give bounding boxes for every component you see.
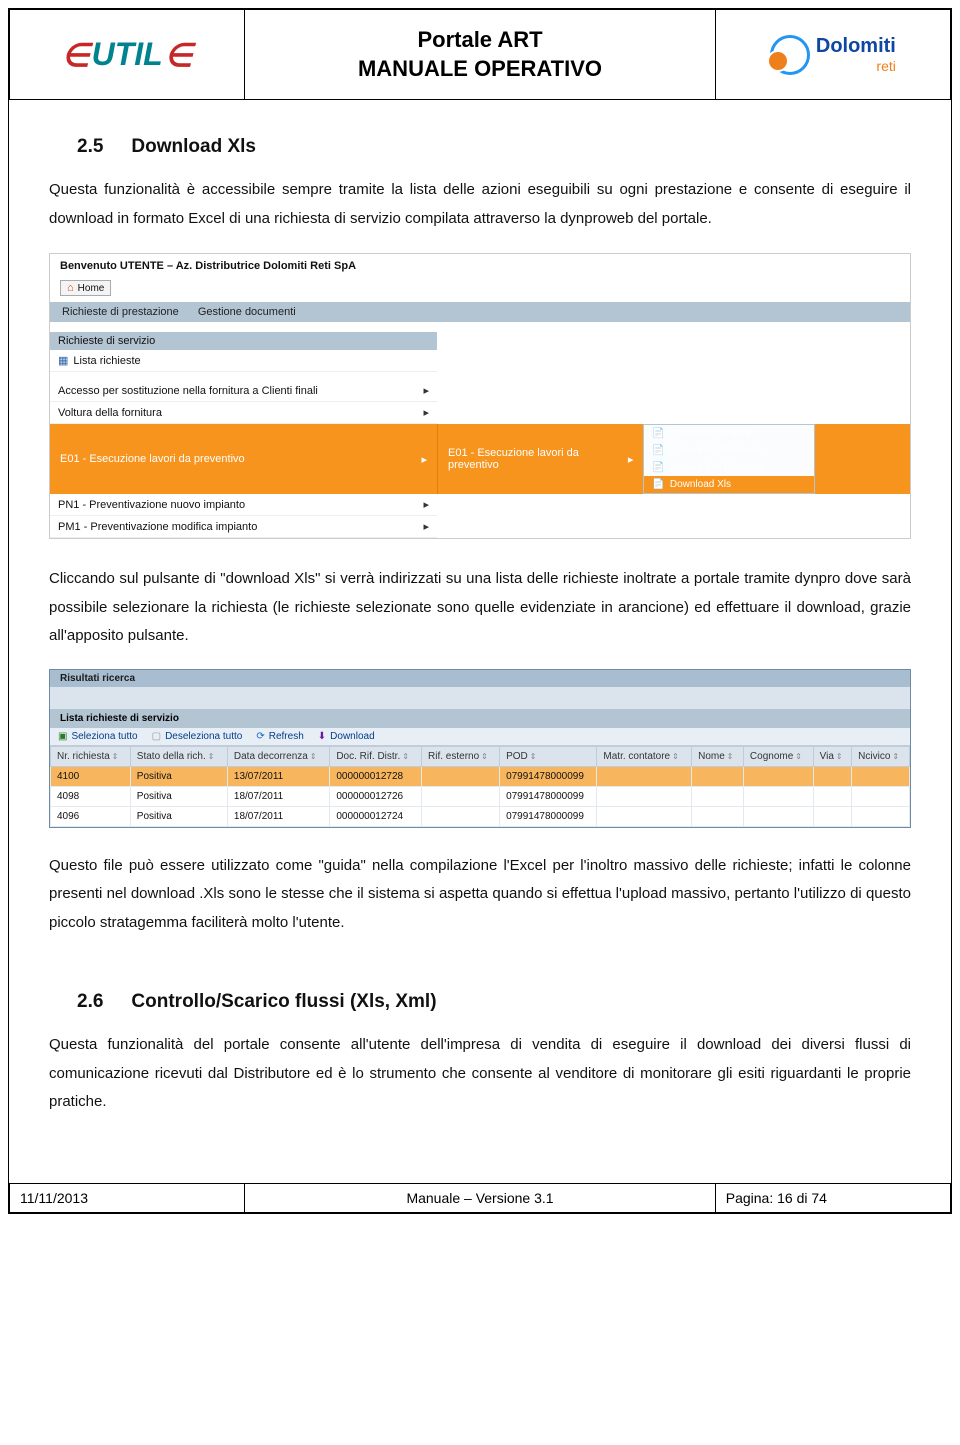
col-rif[interactable]: Rif. esterno⇕	[422, 746, 500, 766]
sidebar-title: Richieste di servizio	[50, 332, 437, 350]
logo-dolomiti: Dolomiti reti	[715, 10, 950, 100]
col-nc[interactable]: Ncivico⇕	[852, 746, 910, 766]
footer-page: Pagina: 16 di 74	[715, 1183, 950, 1212]
submenu-download-xls[interactable]: 📄Download Xls	[644, 476, 814, 493]
chevron-right-icon: ▸	[423, 498, 429, 511]
home-button[interactable]: ⌂ Home	[60, 280, 111, 296]
page-footer: 11/11/2013 Manuale – Versione 3.1 Pagina…	[9, 1183, 951, 1213]
menu-gestione[interactable]: Gestione documenti	[198, 306, 296, 318]
deselect-icon: ▢	[152, 731, 161, 742]
list-icon: ▦	[58, 355, 68, 367]
footer-version: Manuale – Versione 3.1	[245, 1183, 716, 1212]
eutile-text: UTIL	[92, 36, 163, 73]
col-cogn[interactable]: Cognome⇕	[743, 746, 813, 766]
chevron-right-icon: ▸	[423, 384, 429, 397]
page-header: ∈ UTIL ∈ Portale ART MANUALE OPERATIVO D…	[9, 9, 951, 100]
section-2-5-para3: Questo file può essere utilizzato come "…	[49, 852, 911, 938]
section-2-6-title: Controllo/Scarico flussi (Xls, Xml)	[131, 991, 436, 1012]
submenu-upload-xml[interactable]: 📄Upload Xml Richieste	[644, 459, 814, 476]
xml-icon: 📄	[652, 462, 664, 473]
section-2-5-heading: 2.5 Download Xls	[77, 136, 911, 158]
grid-toolbar: ▣Seleziona tutto ▢Deseleziona tutto ⟳Ref…	[50, 728, 910, 746]
screenshot-results-grid: Risultati ricerca Lista richieste di ser…	[49, 669, 911, 828]
section-2-6-heading: 2.6 Controllo/Scarico flussi (Xls, Xml)	[77, 991, 911, 1013]
grid-title: Lista richieste di servizio	[50, 709, 910, 728]
sidebar-item-voltura[interactable]: Voltura della fornitura▸	[50, 402, 437, 424]
section-2-5-num: 2.5	[77, 136, 103, 157]
table-row[interactable]: 4100 Positiva 13/07/2011 000000012728 07…	[51, 766, 910, 786]
logo-eutile: ∈ UTIL ∈	[10, 10, 245, 100]
refresh-button[interactable]: ⟳Refresh	[256, 731, 303, 742]
download-icon: ⬇	[318, 731, 326, 742]
submenu-creazione[interactable]: 📄Creazione singola	[644, 425, 814, 442]
eutile-icon-right: ∈	[165, 36, 193, 74]
dolomiti-sub: reti	[816, 58, 896, 74]
results-grid: Nr. richiesta⇕ Stato della rich.⇕ Data d…	[50, 746, 910, 827]
home-label: Home	[78, 283, 105, 294]
chevron-right-icon: ▸	[421, 453, 427, 466]
sidebar-item-lista[interactable]: ▦Lista richieste	[50, 350, 437, 372]
sidebar-item-pn1[interactable]: PN1 - Preventivazione nuovo impianto▸	[50, 494, 437, 516]
chevron-right-icon: ▸	[423, 520, 429, 533]
submenu-upload-xls[interactable]: 📄Upload Xls Richieste	[644, 442, 814, 459]
xls-icon: 📄	[652, 445, 664, 456]
col-matr[interactable]: Matr. contatore⇕	[597, 746, 692, 766]
chevron-right-icon: ▸	[628, 453, 634, 466]
menu-richieste[interactable]: Richieste di prestazione	[62, 306, 179, 318]
refresh-icon: ⟳	[256, 731, 264, 742]
title-line2: MANUALE OPERATIVO	[245, 55, 715, 84]
section-2-5-para1: Questa funzionalità è accessibile sempre…	[49, 176, 911, 233]
welcome-text: Benvenuto UTENTE – Az. Distributrice Dol…	[50, 254, 910, 278]
dolomiti-icon	[770, 35, 810, 75]
col-nr[interactable]: Nr. richiesta⇕	[51, 746, 131, 766]
section-2-6-para1: Questa funzionalità del portale consente…	[49, 1031, 911, 1117]
col-nome[interactable]: Nome⇕	[692, 746, 744, 766]
col-doc[interactable]: Doc. Rif. Distr.⇕	[330, 746, 422, 766]
col-data[interactable]: Data decorrenza⇕	[227, 746, 329, 766]
col-via[interactable]: Via⇕	[813, 746, 852, 766]
section-2-5-para2: Cliccando sul pulsante di "download Xls"…	[49, 565, 911, 651]
col-stato[interactable]: Stato della rich.⇕	[130, 746, 227, 766]
sidebar-item-pm1[interactable]: PM1 - Preventivazione modifica impianto▸	[50, 516, 437, 538]
eutile-icon-left: ∈	[62, 36, 90, 74]
title-line1: Portale ART	[245, 26, 715, 55]
menubar: Richieste di prestazione Gestione docume…	[50, 302, 910, 322]
table-row[interactable]: 4096 Positiva 18/07/2011 000000012724 07…	[51, 806, 910, 826]
home-icon: ⌂	[67, 282, 74, 294]
dolomiti-main: Dolomiti	[816, 35, 896, 58]
sidebar-item-accesso[interactable]: Accesso per sostituzione nella fornitura…	[50, 380, 437, 402]
footer-date: 11/11/2013	[10, 1183, 245, 1212]
xls-icon: 📄	[652, 479, 664, 490]
download-button[interactable]: ⬇Download	[318, 731, 375, 742]
select-icon: ▣	[58, 731, 67, 742]
screenshot-portal-menu: Benvenuto UTENTE – Az. Distributrice Dol…	[49, 253, 911, 539]
sidebar-item-e01-selected[interactable]: E01 - Esecuzione lavori da preventivo▸ E…	[50, 424, 910, 494]
doc-title: Portale ART MANUALE OPERATIVO	[245, 10, 716, 100]
section-2-6-num: 2.6	[77, 991, 103, 1012]
chevron-right-icon: ▸	[423, 406, 429, 419]
select-all-button[interactable]: ▣Seleziona tutto	[58, 731, 138, 742]
doc-icon: 📄	[652, 428, 664, 439]
table-row[interactable]: 4098 Positiva 18/07/2011 000000012726 07…	[51, 786, 910, 806]
deselect-all-button[interactable]: ▢Deseleziona tutto	[152, 731, 243, 742]
col-pod[interactable]: POD⇕	[500, 746, 597, 766]
section-2-5-title: Download Xls	[131, 136, 256, 157]
submenu-e01: 📄Creazione singola 📄Upload Xls Richieste…	[643, 424, 815, 494]
results-header: Risultati ricerca	[50, 670, 910, 687]
